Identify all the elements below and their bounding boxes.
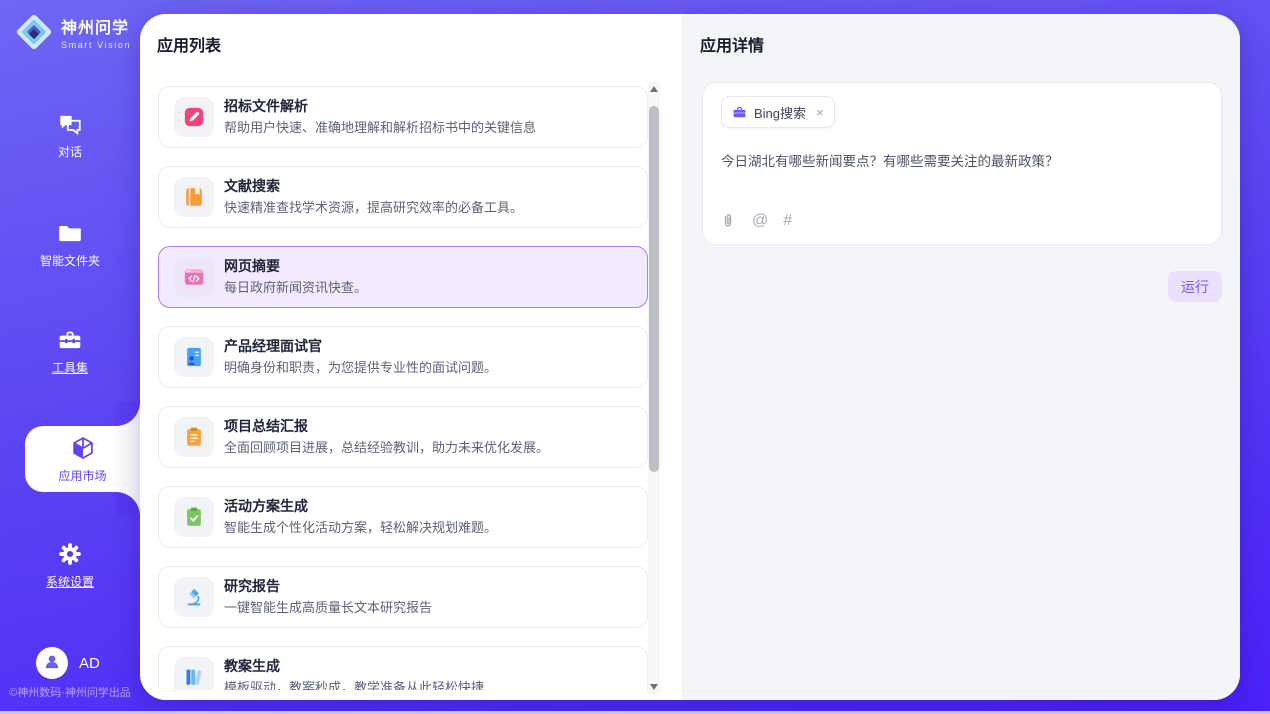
app-card-description: 每日政府新闻资讯快查。 <box>224 277 367 296</box>
app-list-title: 应用列表 <box>157 32 221 56</box>
pen-square-icon <box>174 97 214 137</box>
app-card-description: 智能生成个性化活动方案，轻松解决规划难题。 <box>224 517 497 536</box>
app-card-1[interactable]: 招标文件解析 帮助用户快速、准确地理解和解析招标书中的关键信息 <box>158 86 648 148</box>
pm-doc-icon <box>174 337 214 377</box>
composer-toolbar: @ # <box>719 212 792 230</box>
app-card-title: 活动方案生成 <box>224 496 308 516</box>
sidebar-item-label: 系统设置 <box>0 573 140 590</box>
brand-logo: 神州问学 Smart Vision <box>14 12 131 52</box>
brand-name: 神州问学 <box>61 14 131 38</box>
books-icon <box>174 657 214 690</box>
app-card-7[interactable]: 研究报告 一键智能生成高质量长文本研究报告 <box>158 566 648 628</box>
copyright: ©神州数码·神州问学出品 <box>0 684 140 700</box>
app-card-description: 模板驱动，教案秒成，教学准备从此轻松快捷 <box>224 677 484 690</box>
microscope-icon <box>174 577 214 617</box>
sidebar-item-label: 智能文件夹 <box>0 252 140 269</box>
app-card-2[interactable]: 文献搜索 快速精准查找学术资源，提高研究效率的必备工具。 <box>158 166 648 228</box>
sidebar-item-toolset[interactable]: 工具集 <box>0 327 140 376</box>
sidebar-item-app-market[interactable]: 应用市场 <box>25 426 140 492</box>
tool-tag-close-icon[interactable]: × <box>816 105 824 120</box>
app-detail-panel: 应用详情 Bing搜索 × 今日湖北有哪些新闻要点？有哪些需要关注的最新政策？ … <box>682 14 1240 700</box>
app-card-6[interactable]: 活动方案生成 智能生成个性化活动方案，轻松解决规划难题。 <box>158 486 648 548</box>
user-account[interactable]: AD <box>36 647 100 679</box>
sidebar-item-label: 对话 <box>0 143 140 160</box>
mention-icon[interactable]: @ <box>752 212 768 230</box>
app-list: 招标文件解析 帮助用户快速、准确地理解和解析招标书中的关键信息 文献搜索 快速精… <box>158 86 648 690</box>
user-icon <box>42 651 62 676</box>
sidebar-item-label: 工具集 <box>0 359 140 376</box>
gear-icon <box>0 541 140 569</box>
scroll-down-arrow-icon[interactable] <box>650 684 658 690</box>
app-card-description: 快速精准查找学术资源，提高研究效率的必备工具。 <box>224 197 523 216</box>
scrollbar-thumb[interactable] <box>649 106 659 472</box>
app-card-description: 全面回顾项目进展，总结经验教训，助力未来优化发展。 <box>224 437 549 456</box>
sidebar-item-chat[interactable]: 对话 <box>0 111 140 160</box>
query-text[interactable]: 今日湖北有哪些新闻要点？有哪些需要关注的最新政策？ <box>721 150 1059 170</box>
paperclip-icon[interactable] <box>719 212 737 230</box>
brand-subtitle: Smart Vision <box>61 40 131 50</box>
app-card-8[interactable]: 教案生成 模板驱动，教案秒成，教学准备从此轻松快捷 <box>158 646 648 690</box>
sidebar-item-label: 应用市场 <box>25 467 140 484</box>
sidebar-item-smart-folder[interactable]: 智能文件夹 <box>0 220 140 269</box>
chat-icon <box>0 111 140 139</box>
tool-tag-label: Bing搜索 <box>754 103 806 122</box>
app-window: 神州问学 Smart Vision 对话 智能文件夹 工具集 应用市场 系统设置… <box>0 0 1270 714</box>
scrollbar[interactable] <box>648 82 660 694</box>
scroll-up-arrow-icon[interactable] <box>650 86 658 92</box>
app-card-title: 项目总结汇报 <box>224 416 308 436</box>
hash-icon[interactable]: # <box>783 212 792 230</box>
briefcase-icon <box>732 105 747 120</box>
app-card-description: 明确身份和职责，为您提供专业性的面试问题。 <box>224 357 497 376</box>
folder-icon <box>0 220 140 248</box>
app-card-4[interactable]: 产品经理面试官 明确身份和职责，为您提供专业性的面试问题。 <box>158 326 648 388</box>
app-card-5[interactable]: 项目总结汇报 全面回顾项目进展，总结经验教训，助力未来优化发展。 <box>158 406 648 468</box>
tab-curve-bottom <box>116 492 140 516</box>
sidebar-item-system-settings[interactable]: 系统设置 <box>0 541 140 590</box>
main-content: 应用列表 招标文件解析 帮助用户快速、准确地理解和解析招标书中的关键信息 文献搜… <box>140 14 1240 700</box>
cube-icon <box>25 435 140 463</box>
clipboard-check-icon <box>174 497 214 537</box>
app-card-title: 研究报告 <box>224 576 280 596</box>
avatar <box>36 647 68 679</box>
tool-tag[interactable]: Bing搜索 × <box>721 96 835 128</box>
app-card-title: 教案生成 <box>224 656 280 676</box>
book-icon <box>174 177 214 217</box>
run-button[interactable]: 运行 <box>1168 271 1222 302</box>
prompt-card[interactable]: Bing搜索 × 今日湖北有哪些新闻要点？有哪些需要关注的最新政策？ @ # <box>702 82 1222 245</box>
app-card-3[interactable]: 网页摘要 每日政府新闻资讯快查。 <box>158 246 648 308</box>
app-list-panel: 应用列表 招标文件解析 帮助用户快速、准确地理解和解析招标书中的关键信息 文献搜… <box>140 14 682 700</box>
app-card-title: 招标文件解析 <box>224 96 308 116</box>
web-code-icon <box>174 257 214 297</box>
app-card-description: 帮助用户快速、准确地理解和解析招标书中的关键信息 <box>224 117 536 136</box>
app-card-title: 文献搜索 <box>224 176 280 196</box>
app-card-description: 一键智能生成高质量长文本研究报告 <box>224 597 432 616</box>
sidebar: 神州问学 Smart Vision 对话 智能文件夹 工具集 应用市场 系统设置… <box>0 0 140 714</box>
user-name: AD <box>79 655 100 672</box>
tab-curve-top <box>116 402 140 426</box>
toolbox-icon <box>0 327 140 355</box>
app-detail-title: 应用详情 <box>700 32 764 56</box>
app-card-title: 网页摘要 <box>224 256 280 276</box>
clipboard-icon <box>174 417 214 457</box>
brand-logo-icon <box>14 12 54 52</box>
app-card-title: 产品经理面试官 <box>224 336 322 356</box>
